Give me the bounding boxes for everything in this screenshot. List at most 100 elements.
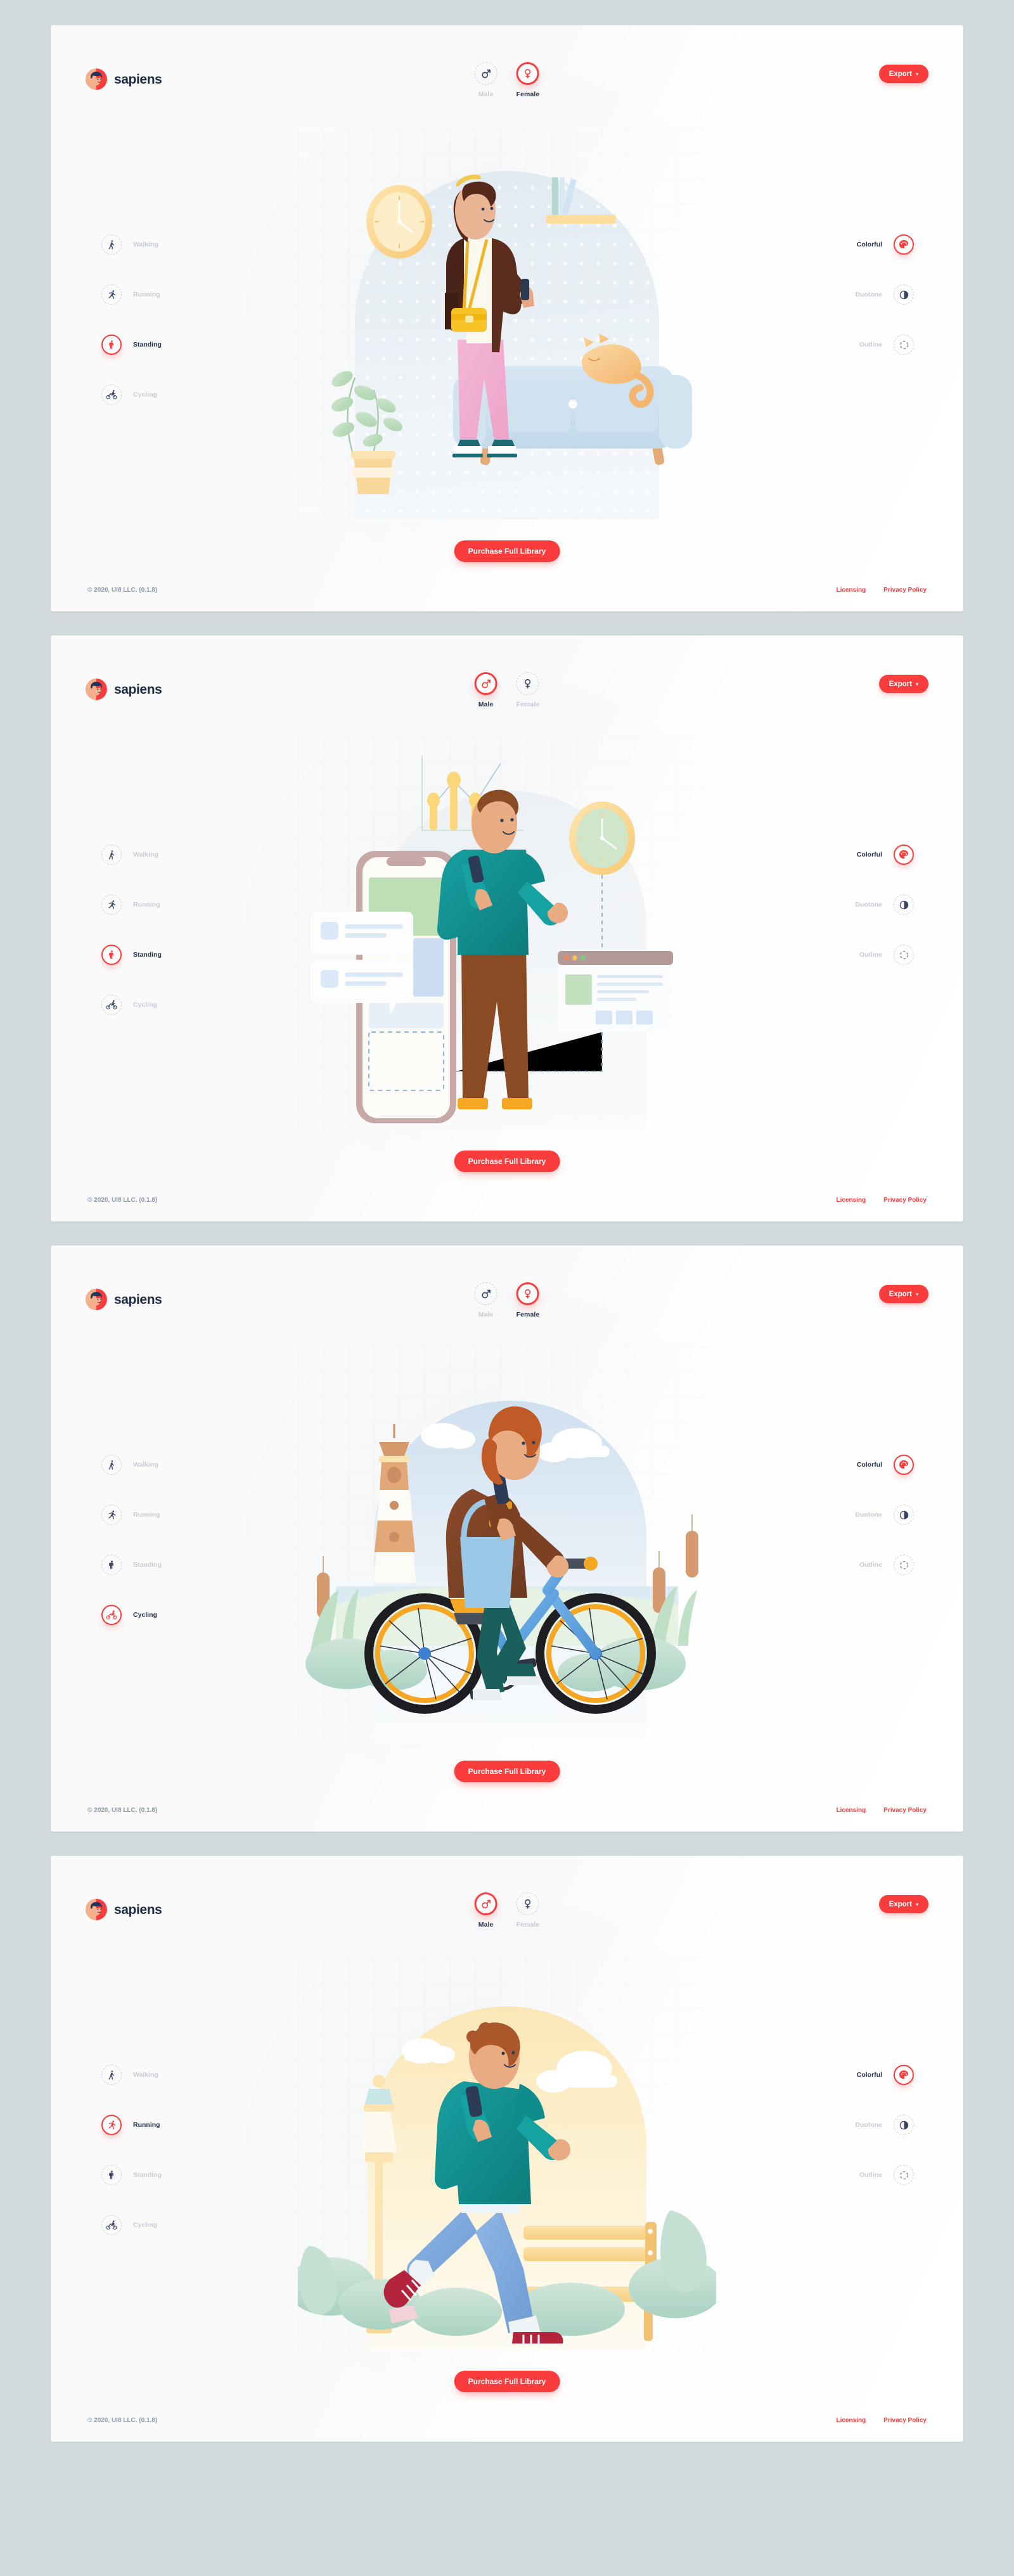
avatar-face-icon bbox=[86, 68, 107, 90]
pose-label-walking: Walking bbox=[133, 1461, 158, 1469]
pose-label-cycling: Cycling bbox=[133, 2221, 157, 2229]
pose-item-cycling[interactable]: Cycling bbox=[101, 2215, 162, 2235]
style-label-duotone: Duotone bbox=[855, 291, 882, 298]
style-label-colorful: Colorful bbox=[856, 1461, 882, 1469]
export-button[interactable]: Export ▾ bbox=[878, 1285, 928, 1303]
gender-label-female: Female bbox=[516, 1311, 540, 1318]
pose-label-standing: Standing bbox=[133, 2171, 162, 2179]
gender-toggle: Male Female bbox=[474, 62, 540, 98]
walking-person-icon bbox=[101, 234, 122, 255]
export-button[interactable]: Export ▾ bbox=[878, 675, 928, 693]
gender-option-male[interactable]: Male bbox=[474, 1282, 497, 1318]
pose-item-running[interactable]: Running bbox=[101, 1505, 162, 1525]
pose-list: Walking Running Standing Cycling bbox=[101, 845, 162, 1015]
pose-list: Walking Running Standing Cycling bbox=[101, 1455, 162, 1625]
style-label-colorful: Colorful bbox=[856, 2071, 882, 2079]
gender-option-male[interactable]: Male bbox=[474, 1892, 497, 1929]
link-licensing[interactable]: Licensing bbox=[836, 2417, 866, 2424]
pose-item-standing[interactable]: Standing bbox=[101, 335, 162, 355]
style-item-duotone[interactable]: Duotone bbox=[855, 1505, 914, 1525]
gender-option-female[interactable]: Female bbox=[517, 672, 540, 708]
pose-item-running[interactable]: Running bbox=[101, 2115, 162, 2135]
pose-item-standing[interactable]: Standing bbox=[101, 2165, 162, 2185]
style-label-outline: Outline bbox=[859, 1561, 882, 1569]
style-item-outline[interactable]: Outline bbox=[859, 1555, 914, 1575]
standing-person-icon bbox=[101, 945, 122, 965]
brand-logo[interactable]: sapiens bbox=[86, 68, 162, 90]
pose-item-cycling[interactable]: Cycling bbox=[101, 385, 162, 405]
pose-item-running[interactable]: Running bbox=[101, 895, 162, 915]
purchase-full-library-button[interactable]: Purchase Full Library bbox=[454, 1151, 560, 1172]
purchase-full-library-button[interactable]: Purchase Full Library bbox=[454, 1761, 560, 1782]
half-circle-icon bbox=[894, 284, 914, 305]
pose-label-walking: Walking bbox=[133, 851, 158, 858]
style-label-duotone: Duotone bbox=[855, 2121, 882, 2129]
pose-item-cycling[interactable]: Cycling bbox=[101, 995, 162, 1015]
style-item-colorful[interactable]: Colorful bbox=[857, 1455, 914, 1475]
link-privacy-policy[interactable]: Privacy Policy bbox=[883, 2417, 927, 2424]
style-item-outline[interactable]: Outline bbox=[859, 2165, 914, 2185]
gender-toggle: Male Female bbox=[474, 1892, 540, 1929]
export-button[interactable]: Export ▾ bbox=[878, 1895, 928, 1913]
pose-item-walking[interactable]: Walking bbox=[101, 234, 162, 255]
illustration-man-standing-phone-ui bbox=[298, 737, 716, 1130]
export-label: Export bbox=[889, 1290, 912, 1298]
copyright-text: © 2020, UI8 LLC. (0.1.8) bbox=[87, 587, 158, 594]
brand-name: sapiens bbox=[114, 682, 162, 697]
illustration-man-running-park bbox=[298, 1957, 716, 2350]
purchase-full-library-button[interactable]: Purchase Full Library bbox=[454, 2371, 560, 2392]
link-privacy-policy[interactable]: Privacy Policy bbox=[883, 587, 927, 594]
style-label-duotone: Duotone bbox=[855, 1511, 882, 1519]
half-circle-icon bbox=[894, 895, 914, 915]
style-item-colorful[interactable]: Colorful bbox=[857, 234, 914, 255]
chevron-down-icon: ▾ bbox=[915, 1901, 918, 1907]
gender-option-female[interactable]: Female bbox=[517, 62, 540, 98]
style-item-colorful[interactable]: Colorful bbox=[857, 845, 914, 865]
gender-option-female[interactable]: Female bbox=[517, 1892, 540, 1929]
purchase-full-library-button[interactable]: Purchase Full Library bbox=[454, 540, 560, 562]
gender-option-male[interactable]: Male bbox=[474, 62, 497, 98]
brand-logo[interactable]: sapiens bbox=[86, 1899, 162, 1920]
link-privacy-policy[interactable]: Privacy Policy bbox=[883, 1807, 927, 1814]
style-item-outline[interactable]: Outline bbox=[859, 335, 914, 355]
link-privacy-policy[interactable]: Privacy Policy bbox=[883, 1197, 927, 1204]
mars-icon bbox=[474, 1282, 497, 1305]
dashed-ring-icon bbox=[894, 335, 914, 355]
copyright-text: © 2020, UI8 LLC. (0.1.8) bbox=[87, 1807, 158, 1814]
pose-item-standing[interactable]: Standing bbox=[101, 1555, 162, 1575]
brand-logo[interactable]: sapiens bbox=[86, 679, 162, 700]
gender-label-male: Male bbox=[478, 1921, 494, 1929]
brand-name: sapiens bbox=[114, 1902, 162, 1917]
style-label-colorful: Colorful bbox=[856, 851, 882, 858]
pose-item-standing[interactable]: Standing bbox=[101, 945, 162, 965]
style-item-outline[interactable]: Outline bbox=[859, 945, 914, 965]
pose-item-walking[interactable]: Walking bbox=[101, 1455, 162, 1475]
gender-option-female[interactable]: Female bbox=[517, 1282, 540, 1318]
pose-item-walking[interactable]: Walking bbox=[101, 2065, 162, 2085]
pose-label-cycling: Cycling bbox=[133, 1611, 157, 1619]
pose-item-walking[interactable]: Walking bbox=[101, 845, 162, 865]
brand-logo[interactable]: sapiens bbox=[86, 1289, 162, 1310]
style-item-colorful[interactable]: Colorful bbox=[857, 2065, 914, 2085]
pose-item-cycling[interactable]: Cycling bbox=[101, 1605, 162, 1625]
pose-item-running[interactable]: Running bbox=[101, 284, 162, 305]
pose-label-running: Running bbox=[133, 901, 160, 909]
illustration-woman-standing-livingroom bbox=[298, 127, 716, 520]
cycling-person-icon bbox=[101, 2215, 122, 2235]
venus-icon bbox=[516, 1282, 539, 1305]
export-button[interactable]: Export ▾ bbox=[878, 65, 928, 83]
pose-label-cycling: Cycling bbox=[133, 391, 157, 399]
link-licensing[interactable]: Licensing bbox=[836, 1197, 866, 1204]
link-licensing[interactable]: Licensing bbox=[836, 1807, 866, 1814]
walking-person-icon bbox=[101, 2065, 122, 2085]
link-licensing[interactable]: Licensing bbox=[836, 587, 866, 594]
running-person-icon bbox=[101, 284, 122, 305]
cycling-person-icon bbox=[101, 385, 122, 405]
illustration-woman-cycling-park bbox=[298, 1347, 716, 1740]
gender-option-male[interactable]: Male bbox=[474, 672, 497, 708]
style-item-duotone[interactable]: Duotone bbox=[855, 284, 914, 305]
venus-icon bbox=[516, 62, 539, 85]
export-label: Export bbox=[889, 70, 912, 78]
style-item-duotone[interactable]: Duotone bbox=[855, 895, 914, 915]
style-item-duotone[interactable]: Duotone bbox=[855, 2115, 914, 2135]
